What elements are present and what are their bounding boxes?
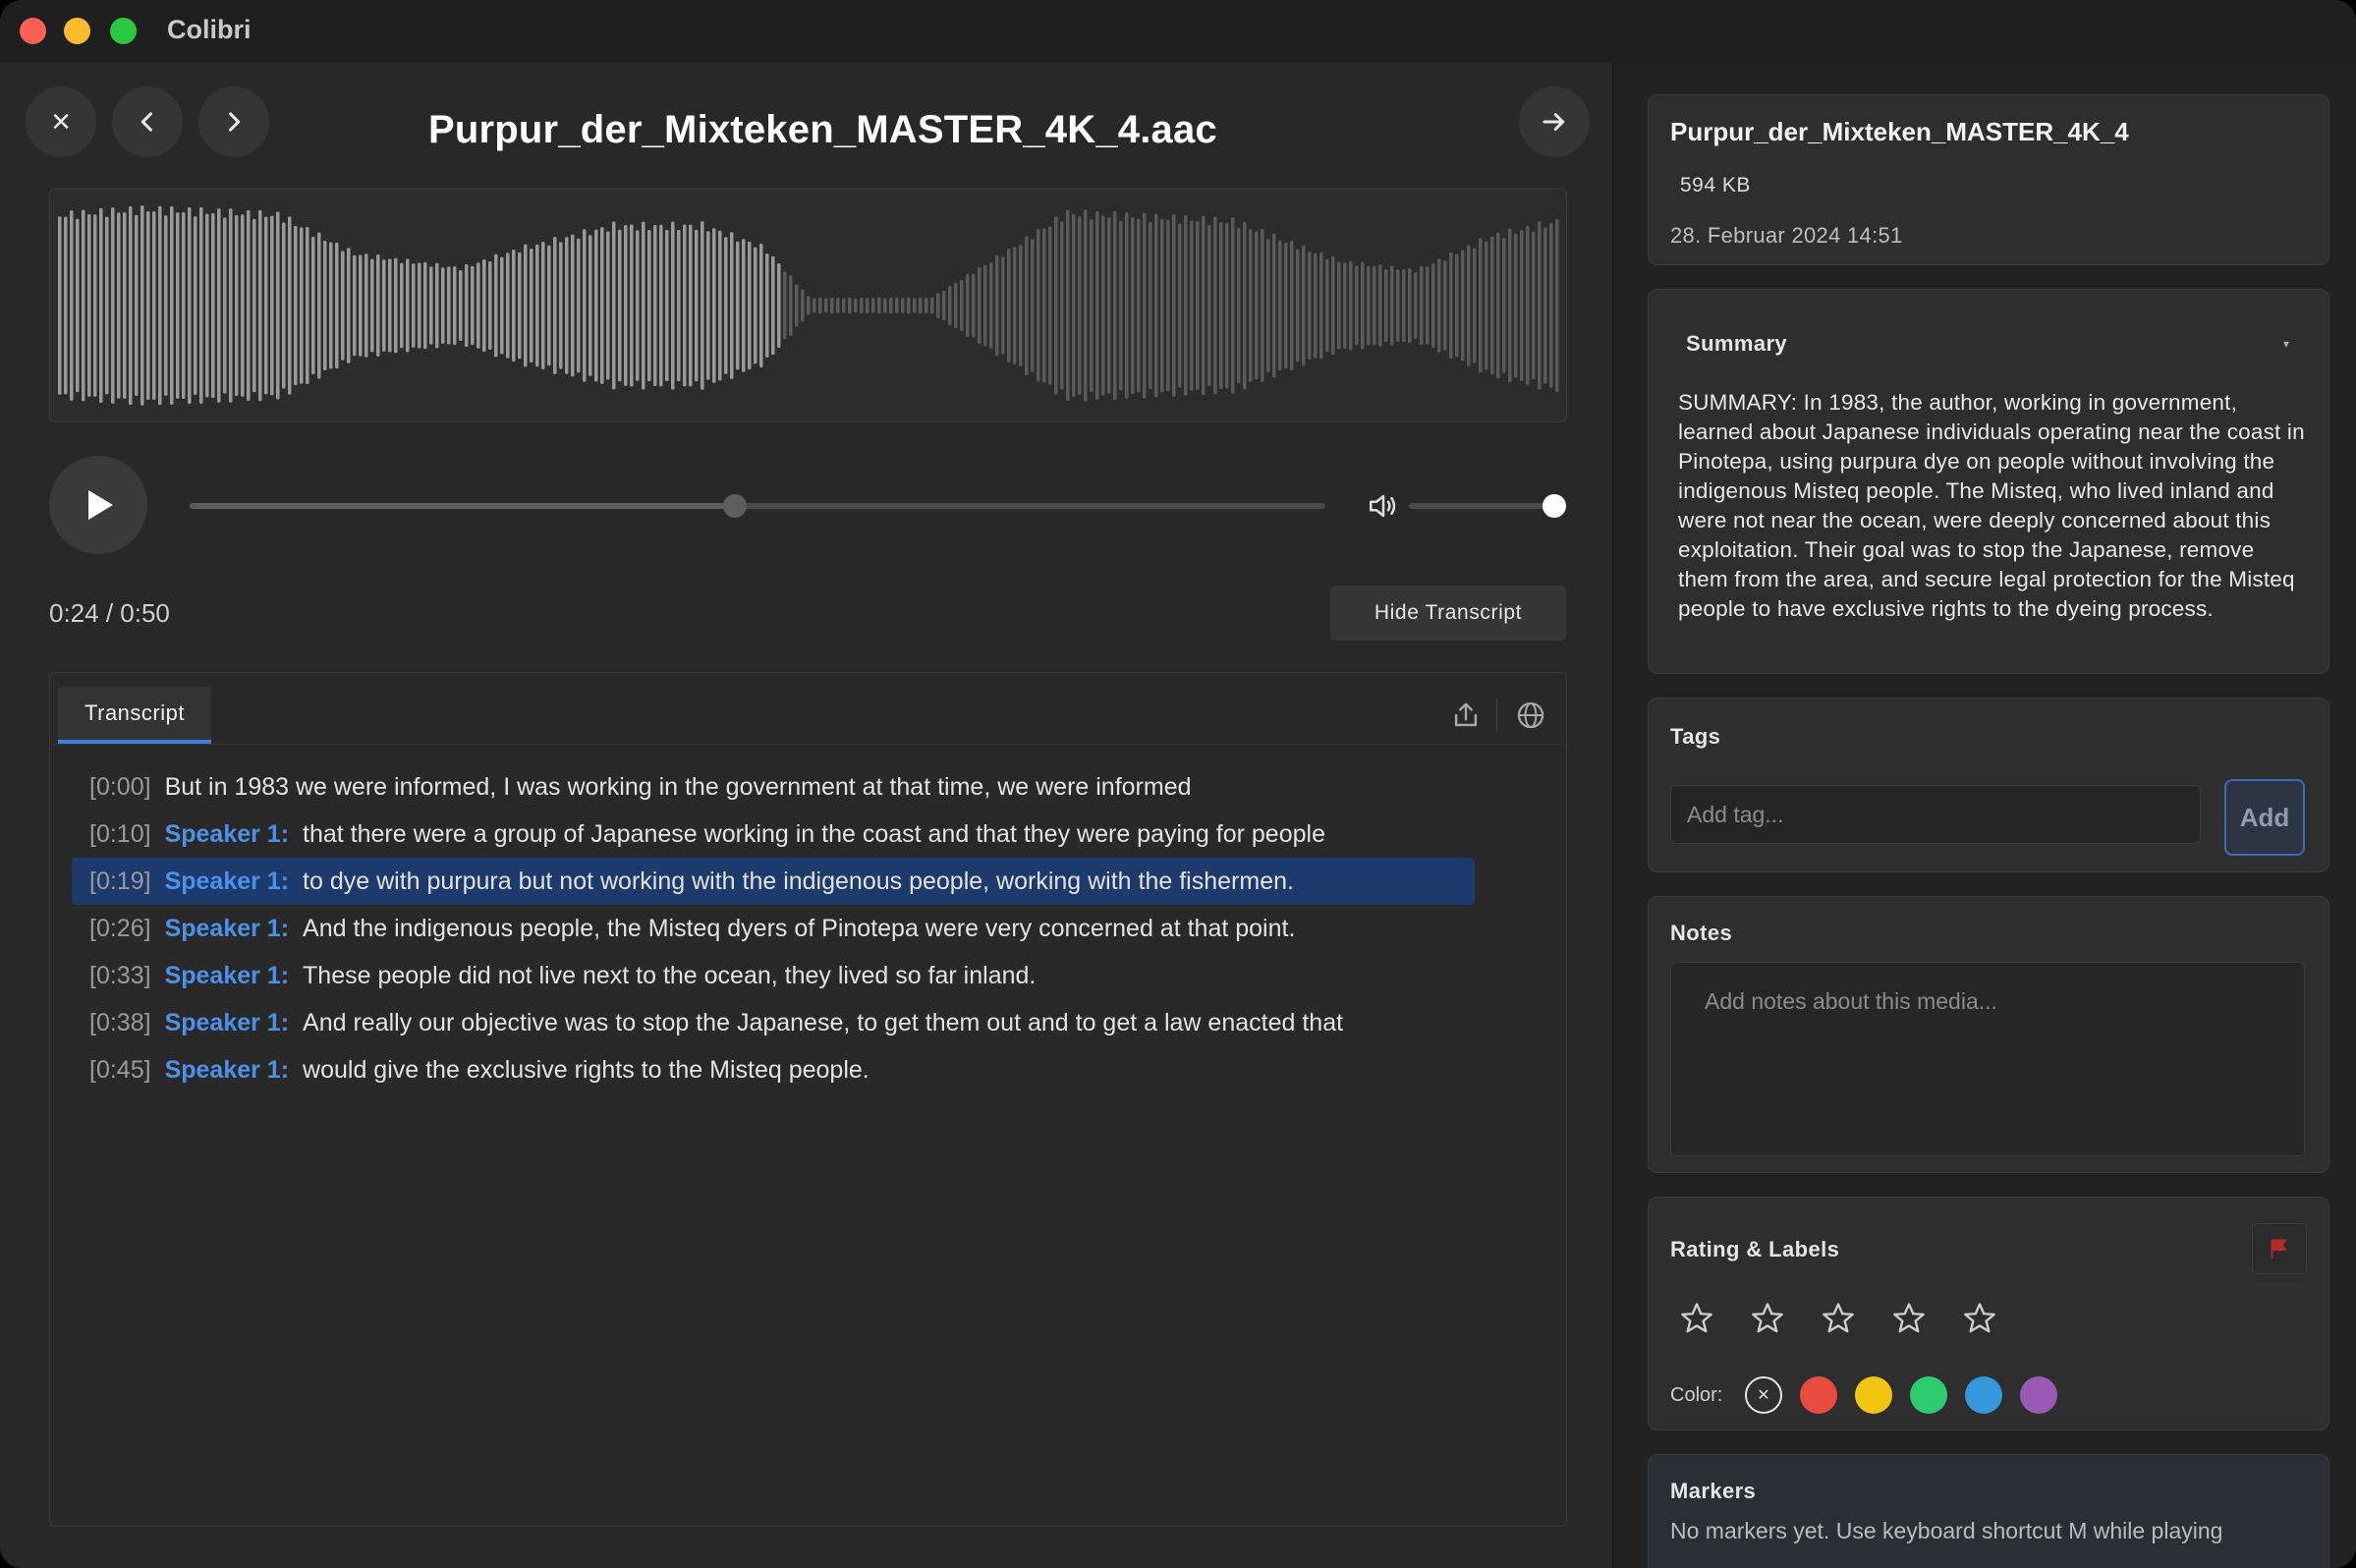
timestamp[interactable]: [0:33] bbox=[89, 962, 151, 990]
waveform-bars bbox=[58, 205, 1559, 406]
notes-title: Notes bbox=[1670, 921, 1733, 945]
close-window-button[interactable] bbox=[20, 18, 46, 44]
chevron-right-icon bbox=[228, 112, 241, 132]
app-title: Colibri bbox=[167, 15, 252, 44]
markers-title: Markers bbox=[1670, 1479, 1757, 1503]
color-swatch[interactable] bbox=[2020, 1376, 2057, 1414]
speaker-label: Speaker 1: bbox=[164, 914, 290, 942]
summary-card: Summary ▾ SUMMARY: In 1983, the author, … bbox=[1648, 289, 2329, 674]
tags-title: Tags bbox=[1670, 724, 1721, 749]
seek-progress bbox=[190, 503, 735, 509]
transcript-line[interactable]: [0:26] Speaker 1: And the indigenous peopl… bbox=[72, 905, 1545, 952]
speaker-label: Speaker 1: bbox=[164, 819, 290, 848]
transcript-text: would give the exclusive rights to the M… bbox=[303, 1055, 869, 1084]
tab-transcript[interactable]: Transcript bbox=[58, 687, 211, 744]
export-icon[interactable] bbox=[1449, 699, 1483, 732]
summary-text: SUMMARY: In 1983, the author, working in… bbox=[1678, 390, 2305, 621]
timestamp[interactable]: [0:00] bbox=[89, 773, 151, 802]
transcript-text: But in 1983 we were informed, I was work… bbox=[164, 772, 1192, 801]
notes-field[interactable] bbox=[1670, 962, 2305, 1156]
transcript-line[interactable]: [0:45] Speaker 1: would give the exclusive… bbox=[72, 1046, 1545, 1093]
close-button[interactable]: × bbox=[26, 86, 96, 157]
timestamp[interactable]: [0:45] bbox=[89, 1056, 151, 1085]
color-swatch[interactable] bbox=[1800, 1376, 1837, 1414]
waveform[interactable] bbox=[49, 189, 1567, 422]
transcript-line[interactable]: [0:38] Speaker 1: And really our objective… bbox=[72, 999, 1545, 1046]
file-size: 594 KB bbox=[1680, 174, 1751, 196]
flag-button[interactable] bbox=[2252, 1223, 2307, 1274]
file-date: 28. Februar 2024 14:51 bbox=[1670, 223, 1903, 248]
title-bar: Colibri bbox=[0, 0, 2356, 63]
transcript-line[interactable]: [0:19] Speaker 1: to dye with purpura but … bbox=[72, 858, 1475, 905]
star-icon[interactable] bbox=[1890, 1300, 1928, 1337]
speaker-label: Speaker 1: bbox=[164, 1008, 290, 1036]
color-swatches: ✕ bbox=[1745, 1376, 2057, 1414]
notes-card: Notes bbox=[1648, 896, 2329, 1173]
chevron-left-icon bbox=[140, 112, 153, 132]
color-none-swatch[interactable]: ✕ bbox=[1745, 1376, 1782, 1414]
seek-handle[interactable] bbox=[722, 494, 747, 518]
markers-card: Markers No markers yet. Use keyboard sho… bbox=[1648, 1454, 2329, 1568]
previous-file-button[interactable] bbox=[112, 86, 183, 157]
hide-transcript-button[interactable]: Hide Transcript bbox=[1330, 586, 1566, 641]
summary-title[interactable]: Summary bbox=[1686, 331, 1787, 357]
volume-slider[interactable] bbox=[1409, 494, 1566, 518]
toolbar-divider bbox=[1496, 699, 1497, 732]
color-label: Color: bbox=[1670, 1384, 1723, 1406]
transcript-line[interactable]: [0:33] Speaker 1: These people did not liv… bbox=[72, 952, 1545, 999]
timestamp[interactable]: [0:38] bbox=[89, 1009, 151, 1037]
transcript-text: And really our objective was to stop the… bbox=[303, 1008, 1344, 1036]
transcript-text: to dye with purpura but not working with… bbox=[303, 867, 1294, 895]
seek-slider[interactable] bbox=[190, 494, 1325, 518]
forward-button[interactable] bbox=[1519, 86, 1590, 157]
file-title: Purpur_der_Mixteken_MASTER_4K_4.aac bbox=[428, 108, 1217, 151]
timestamp[interactable]: [0:26] bbox=[89, 915, 151, 943]
arrow-right-icon bbox=[1543, 113, 1565, 131]
tag-input[interactable] bbox=[1670, 785, 2201, 844]
play-button[interactable] bbox=[49, 456, 147, 554]
info-sidebar: Purpur_der_Mixteken_MASTER_4K_4 594 KB 2… bbox=[1612, 63, 2356, 1568]
transcript-line[interactable]: [0:10] Speaker 1: that there were a group … bbox=[72, 811, 1545, 858]
star-icon[interactable] bbox=[1749, 1300, 1786, 1337]
star-icon[interactable] bbox=[1820, 1300, 1857, 1337]
globe-icon[interactable] bbox=[1514, 699, 1547, 732]
speaker-label: Speaker 1: bbox=[164, 1055, 290, 1084]
next-file-button[interactable] bbox=[198, 86, 269, 157]
volume-handle[interactable] bbox=[1543, 494, 1566, 518]
minimize-window-button[interactable] bbox=[64, 18, 90, 44]
zoom-window-button[interactable] bbox=[110, 18, 137, 44]
transcript-lines: [0:00] But in 1983 we were informed, I wa… bbox=[72, 763, 1545, 1093]
file-name: Purpur_der_Mixteken_MASTER_4K_4 bbox=[1670, 117, 2129, 146]
color-swatch[interactable] bbox=[1855, 1376, 1892, 1414]
volume-icon[interactable] bbox=[1366, 489, 1401, 523]
speaker-label: Speaker 1: bbox=[164, 961, 290, 989]
transcript-text: These people did not live next to the oc… bbox=[303, 961, 1037, 989]
star-icon[interactable] bbox=[1961, 1300, 1998, 1337]
collapse-caret-icon[interactable]: ▾ bbox=[2283, 337, 2289, 351]
color-swatch[interactable] bbox=[1965, 1376, 2002, 1414]
play-icon bbox=[88, 490, 113, 520]
player-pane: × Purpur_der_Mixteken_MASTER_4K_4.aac 0:… bbox=[0, 63, 1611, 1568]
close-icon: × bbox=[51, 102, 71, 140]
panel-divider bbox=[50, 744, 1566, 745]
color-swatch[interactable] bbox=[1910, 1376, 1947, 1414]
transcript-line[interactable]: [0:00] But in 1983 we were informed, I wa… bbox=[72, 763, 1545, 811]
timestamp[interactable]: [0:10] bbox=[89, 820, 151, 849]
app-window: Colibri × Purpur_der_Mixteken_MASTER_4K_… bbox=[0, 0, 2356, 1568]
transcript-text: that there were a group of Japanese work… bbox=[303, 819, 1325, 848]
rating-card: Rating & Labels Color: ✕ bbox=[1648, 1197, 2329, 1430]
transcript-text: And the indigenous people, the Misteq dy… bbox=[303, 914, 1296, 942]
tags-card: Tags Add bbox=[1648, 698, 2329, 872]
add-tag-button[interactable]: Add bbox=[2224, 779, 2305, 856]
rating-title: Rating & Labels bbox=[1670, 1237, 1840, 1261]
markers-empty-text: No markers yet. Use keyboard shortcut M … bbox=[1670, 1518, 2223, 1543]
file-info-card: Purpur_der_Mixteken_MASTER_4K_4 594 KB 2… bbox=[1648, 94, 2329, 265]
flag-icon bbox=[2271, 1239, 2287, 1259]
star-rating bbox=[1678, 1300, 1998, 1337]
speaker-label: Speaker 1: bbox=[164, 867, 290, 895]
time-display: 0:24 / 0:50 bbox=[49, 598, 170, 628]
star-icon[interactable] bbox=[1678, 1300, 1715, 1337]
transcript-panel: Transcript [0:00] But in 1983 we were inf… bbox=[49, 672, 1567, 1527]
timestamp[interactable]: [0:19] bbox=[89, 868, 151, 896]
